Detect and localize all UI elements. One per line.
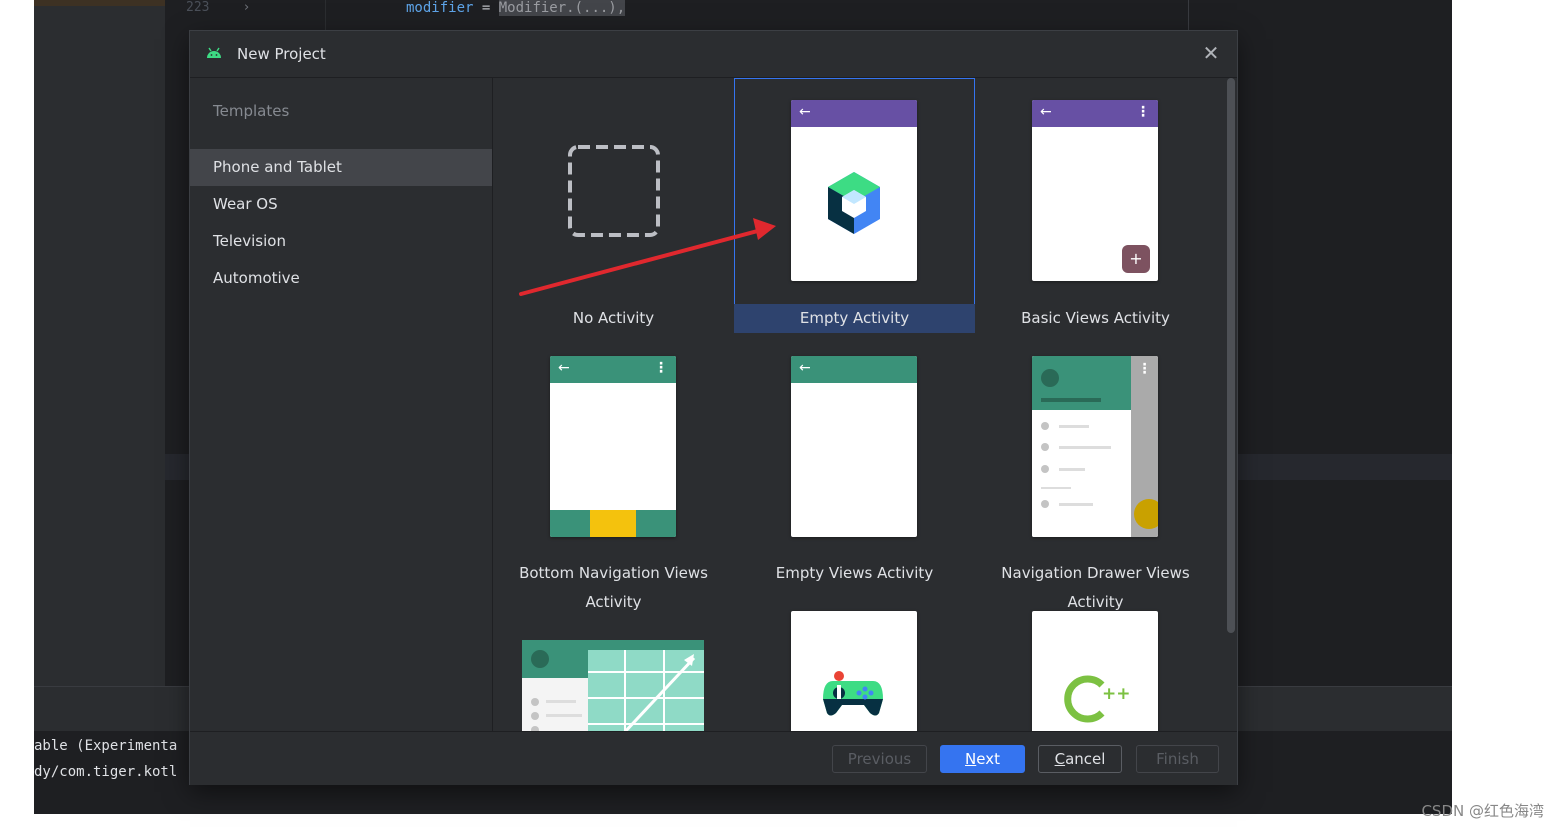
code-keyword: modifier [406,0,474,16]
dialog-footer: Previous Next Cancel Finish [190,731,1237,785]
sidebar-item-television[interactable]: Television [190,223,492,260]
back-arrow-icon: ← [799,360,811,376]
app-bar: ← [791,100,917,127]
next-button[interactable]: Next [940,745,1025,773]
watermark: CSDN @红色海湾 [1421,802,1544,820]
templates-sidebar: Templates Phone and Tablet Wear OS Telev… [190,78,493,731]
overflow-menu-icon: ⋮ [1136,104,1150,120]
phone-preview [791,611,917,731]
cancel-button[interactable]: Cancel [1038,745,1122,773]
dashed-square-icon [568,145,660,237]
sidebar-item-wear-os[interactable]: Wear OS [190,186,492,223]
template-label: Empty Views Activity [775,564,934,582]
close-icon[interactable]: ✕ [1201,43,1221,63]
template-native-cpp[interactable]: ++ [975,588,1216,731]
sidebar-item-phone-and-tablet[interactable]: Phone and Tablet [190,149,492,186]
sidebar-header: Templates [213,102,290,120]
template-bottom-navigation-views-activity[interactable]: ← ⋮ Bottom Navigation Views Activity [493,333,734,611]
sidebar-item-automotive[interactable]: Automotive [190,260,492,297]
avatar [1041,369,1059,387]
code-line: modifier = Modifier.(...), [406,0,626,16]
fab-plus-icon: + [1122,245,1150,273]
overflow-menu-icon: ⋮ [1137,361,1152,377]
ide-divider [1188,0,1189,30]
previous-button[interactable]: Previous [832,745,927,773]
template-label: No Activity [572,309,655,327]
app-bar: ← ⋮ [1032,100,1158,127]
template-no-activity[interactable]: No Activity [493,78,734,333]
bottom-nav-active-item [590,510,636,537]
finish-button[interactable]: Finish [1136,745,1219,773]
app-bar: ← ⋮ [550,356,676,383]
tablet-preview [522,640,704,731]
phone-preview: ← [791,100,917,281]
drawer-header-line [1041,398,1101,402]
phone-preview: ← [791,356,917,537]
template-basic-views-activity[interactable]: ← ⋮ + Basic Views Activity [975,78,1216,333]
template-label: Bottom Navigation Views Activity [519,564,708,611]
console-line: able (Experimenta [34,738,178,754]
template-empty-views-activity[interactable]: ← Empty Views Activity [734,333,975,588]
template-label: Navigation Drawer Views Activity [1001,564,1190,611]
template-game-activity[interactable] [734,588,975,731]
new-project-dialog: New Project ✕ Templates Phone and Tablet… [190,31,1237,785]
bottom-nav-bar [550,510,676,537]
template-empty-activity[interactable]: ← Empty Activity [734,78,975,333]
template-responsive-views-activity[interactable] [493,588,734,731]
back-arrow-icon: ← [558,360,570,376]
responsive-grid-icon [588,650,704,731]
console-line: dy/com.tiger.kotl [34,764,178,780]
cpp-plus-label: ++ [1102,684,1131,704]
template-label: Basic Views Activity [1021,309,1170,327]
phone-preview: ⋮ [1032,356,1158,537]
code-operator: = [473,0,499,16]
gallery-scrollbar[interactable] [1227,78,1235,633]
compose-logo-icon [828,172,880,234]
overflow-menu-icon: ⋮ [654,360,668,376]
line-number: 223 [186,0,210,15]
nav-drawer [1032,356,1131,537]
code-folded-value[interactable]: Modifier.(...), [498,0,626,16]
back-arrow-icon: ← [799,104,811,120]
android-icon [207,47,221,58]
fab-icon [1134,499,1158,529]
phone-preview: ++ [1032,611,1158,731]
ide-project-panel [34,0,165,686]
template-navigation-drawer-views-activity[interactable]: ⋮ Navigation Drawer Views Activity [975,333,1216,611]
fold-arrow-icon[interactable]: › [244,0,249,15]
gamepad-icon [823,671,883,716]
back-arrow-icon: ← [1040,104,1052,120]
template-gallery: No Activity ← Empty Activity ← ⋮ + Basic… [493,78,1237,731]
template-label: Empty Activity [734,304,975,333]
phone-preview: ← ⋮ [550,356,676,537]
drawer-header [1032,356,1131,410]
dialog-title: New Project [237,45,326,63]
phone-preview: ← ⋮ + [1032,100,1158,281]
dialog-title-bar[interactable]: New Project ✕ [190,31,1237,78]
app-bar: ← [791,356,917,383]
ide-panel-accent [34,0,165,6]
